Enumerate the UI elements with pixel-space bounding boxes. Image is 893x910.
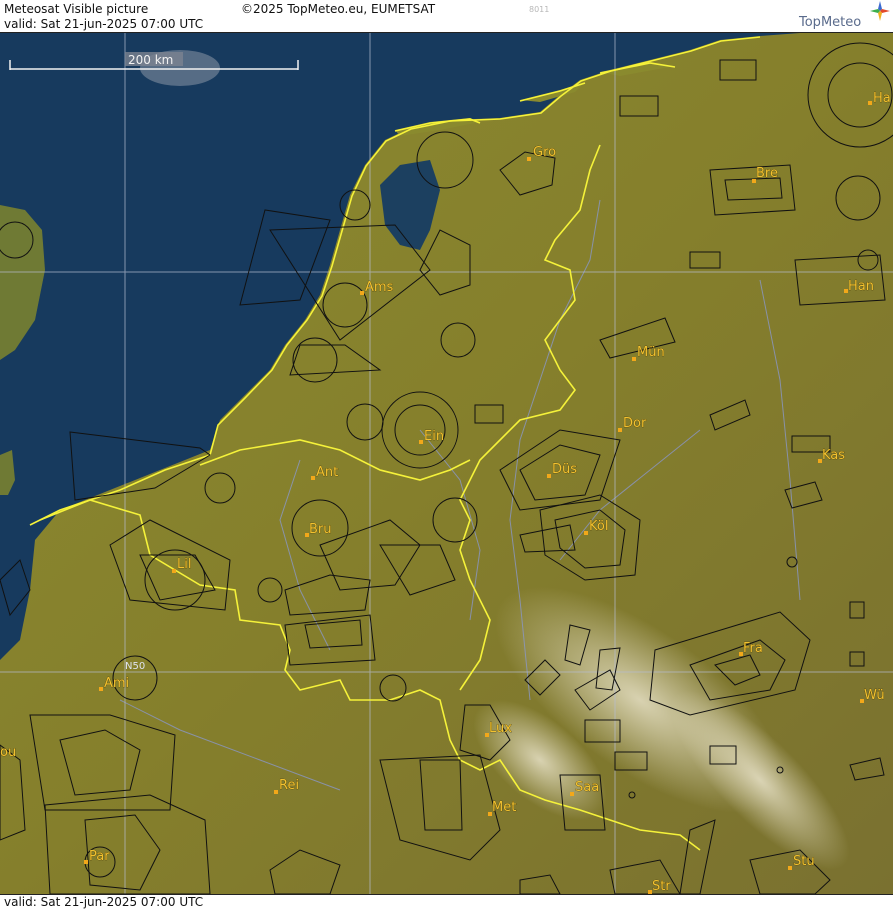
copyright-text: ©2025 TopMeteo.eu, EUMETSAT: [241, 2, 436, 16]
svg-text:Lux: Lux: [489, 721, 512, 736]
svg-text:Par: Par: [89, 849, 110, 864]
svg-text:Mün: Mün: [637, 345, 665, 360]
city-lux[interactable]: Lux: [485, 721, 513, 737]
city-bru[interactable]: Bru: [305, 522, 332, 537]
city-kas[interactable]: Kas: [818, 448, 846, 463]
svg-text:ou: ou: [0, 745, 16, 760]
compass-icon: [870, 1, 890, 21]
svg-text:Kas: Kas: [822, 448, 845, 463]
logo-text: TopMeteo: [799, 15, 862, 30]
scale-label: 200 km: [128, 53, 173, 67]
footer-valid-time: valid: Sat 21-jun-2025 07:00 UTC: [4, 895, 204, 909]
svg-text:Rei: Rei: [279, 778, 299, 793]
svg-text:Stu: Stu: [793, 854, 815, 869]
footer-bar: valid: Sat 21-jun-2025 07:00 UTC: [0, 894, 893, 910]
svg-text:Düs: Düs: [552, 462, 577, 477]
topmeteo-logo[interactable]: TopMeteo: [796, 0, 893, 32]
city-ami[interactable]: Ami: [99, 676, 129, 691]
city-str[interactable]: Str: [648, 879, 672, 894]
svg-text:Lil: Lil: [177, 557, 191, 572]
city-ams[interactable]: Ams: [360, 280, 394, 295]
svg-text:Han: Han: [848, 279, 874, 294]
city-mun[interactable]: Mün: [632, 345, 665, 361]
svg-text:Bre: Bre: [756, 166, 778, 181]
image-code: 8011: [529, 5, 550, 14]
svg-text:Met: Met: [492, 800, 516, 815]
gridline-label: N50: [125, 661, 145, 672]
city-ant[interactable]: Ant: [311, 465, 339, 480]
svg-text:Gro: Gro: [533, 145, 556, 160]
svg-text:Ami: Ami: [104, 676, 129, 691]
svg-text:Wü: Wü: [864, 688, 885, 703]
city-bre[interactable]: Bre: [752, 166, 778, 183]
svg-text:Bru: Bru: [309, 522, 332, 537]
city-met[interactable]: Met: [488, 800, 517, 816]
svg-text:Fra: Fra: [743, 641, 763, 656]
svg-text:Ha: Ha: [873, 91, 891, 106]
city-ou[interactable]: ou: [0, 745, 17, 761]
svg-text:Dor: Dor: [623, 416, 647, 431]
city-fra[interactable]: Fra: [739, 641, 763, 656]
valid-time: valid: Sat 21-jun-2025 07:00 UTC: [4, 17, 204, 31]
city-han[interactable]: Han: [844, 279, 874, 294]
city-dor[interactable]: Dor: [618, 416, 647, 432]
map-title: Meteosat Visible picture: [4, 2, 149, 16]
satellite-map[interactable]: N50 200 km Gro Bre Ha Ams Han Mün Ein Do…: [0, 33, 893, 894]
city-saa[interactable]: Saa: [570, 780, 599, 796]
city-wu[interactable]: Wü: [860, 688, 885, 703]
svg-text:Ant: Ant: [316, 465, 338, 480]
svg-text:Saa: Saa: [575, 780, 599, 795]
svg-text:Ein: Ein: [424, 429, 444, 444]
svg-text:Köl: Köl: [589, 519, 608, 534]
city-dus[interactable]: Düs: [547, 462, 578, 478]
header-bar: Meteosat Visible picture ©2025 TopMeteo.…: [0, 0, 893, 33]
svg-text:Str: Str: [652, 879, 671, 894]
svg-text:Ams: Ams: [365, 280, 394, 295]
